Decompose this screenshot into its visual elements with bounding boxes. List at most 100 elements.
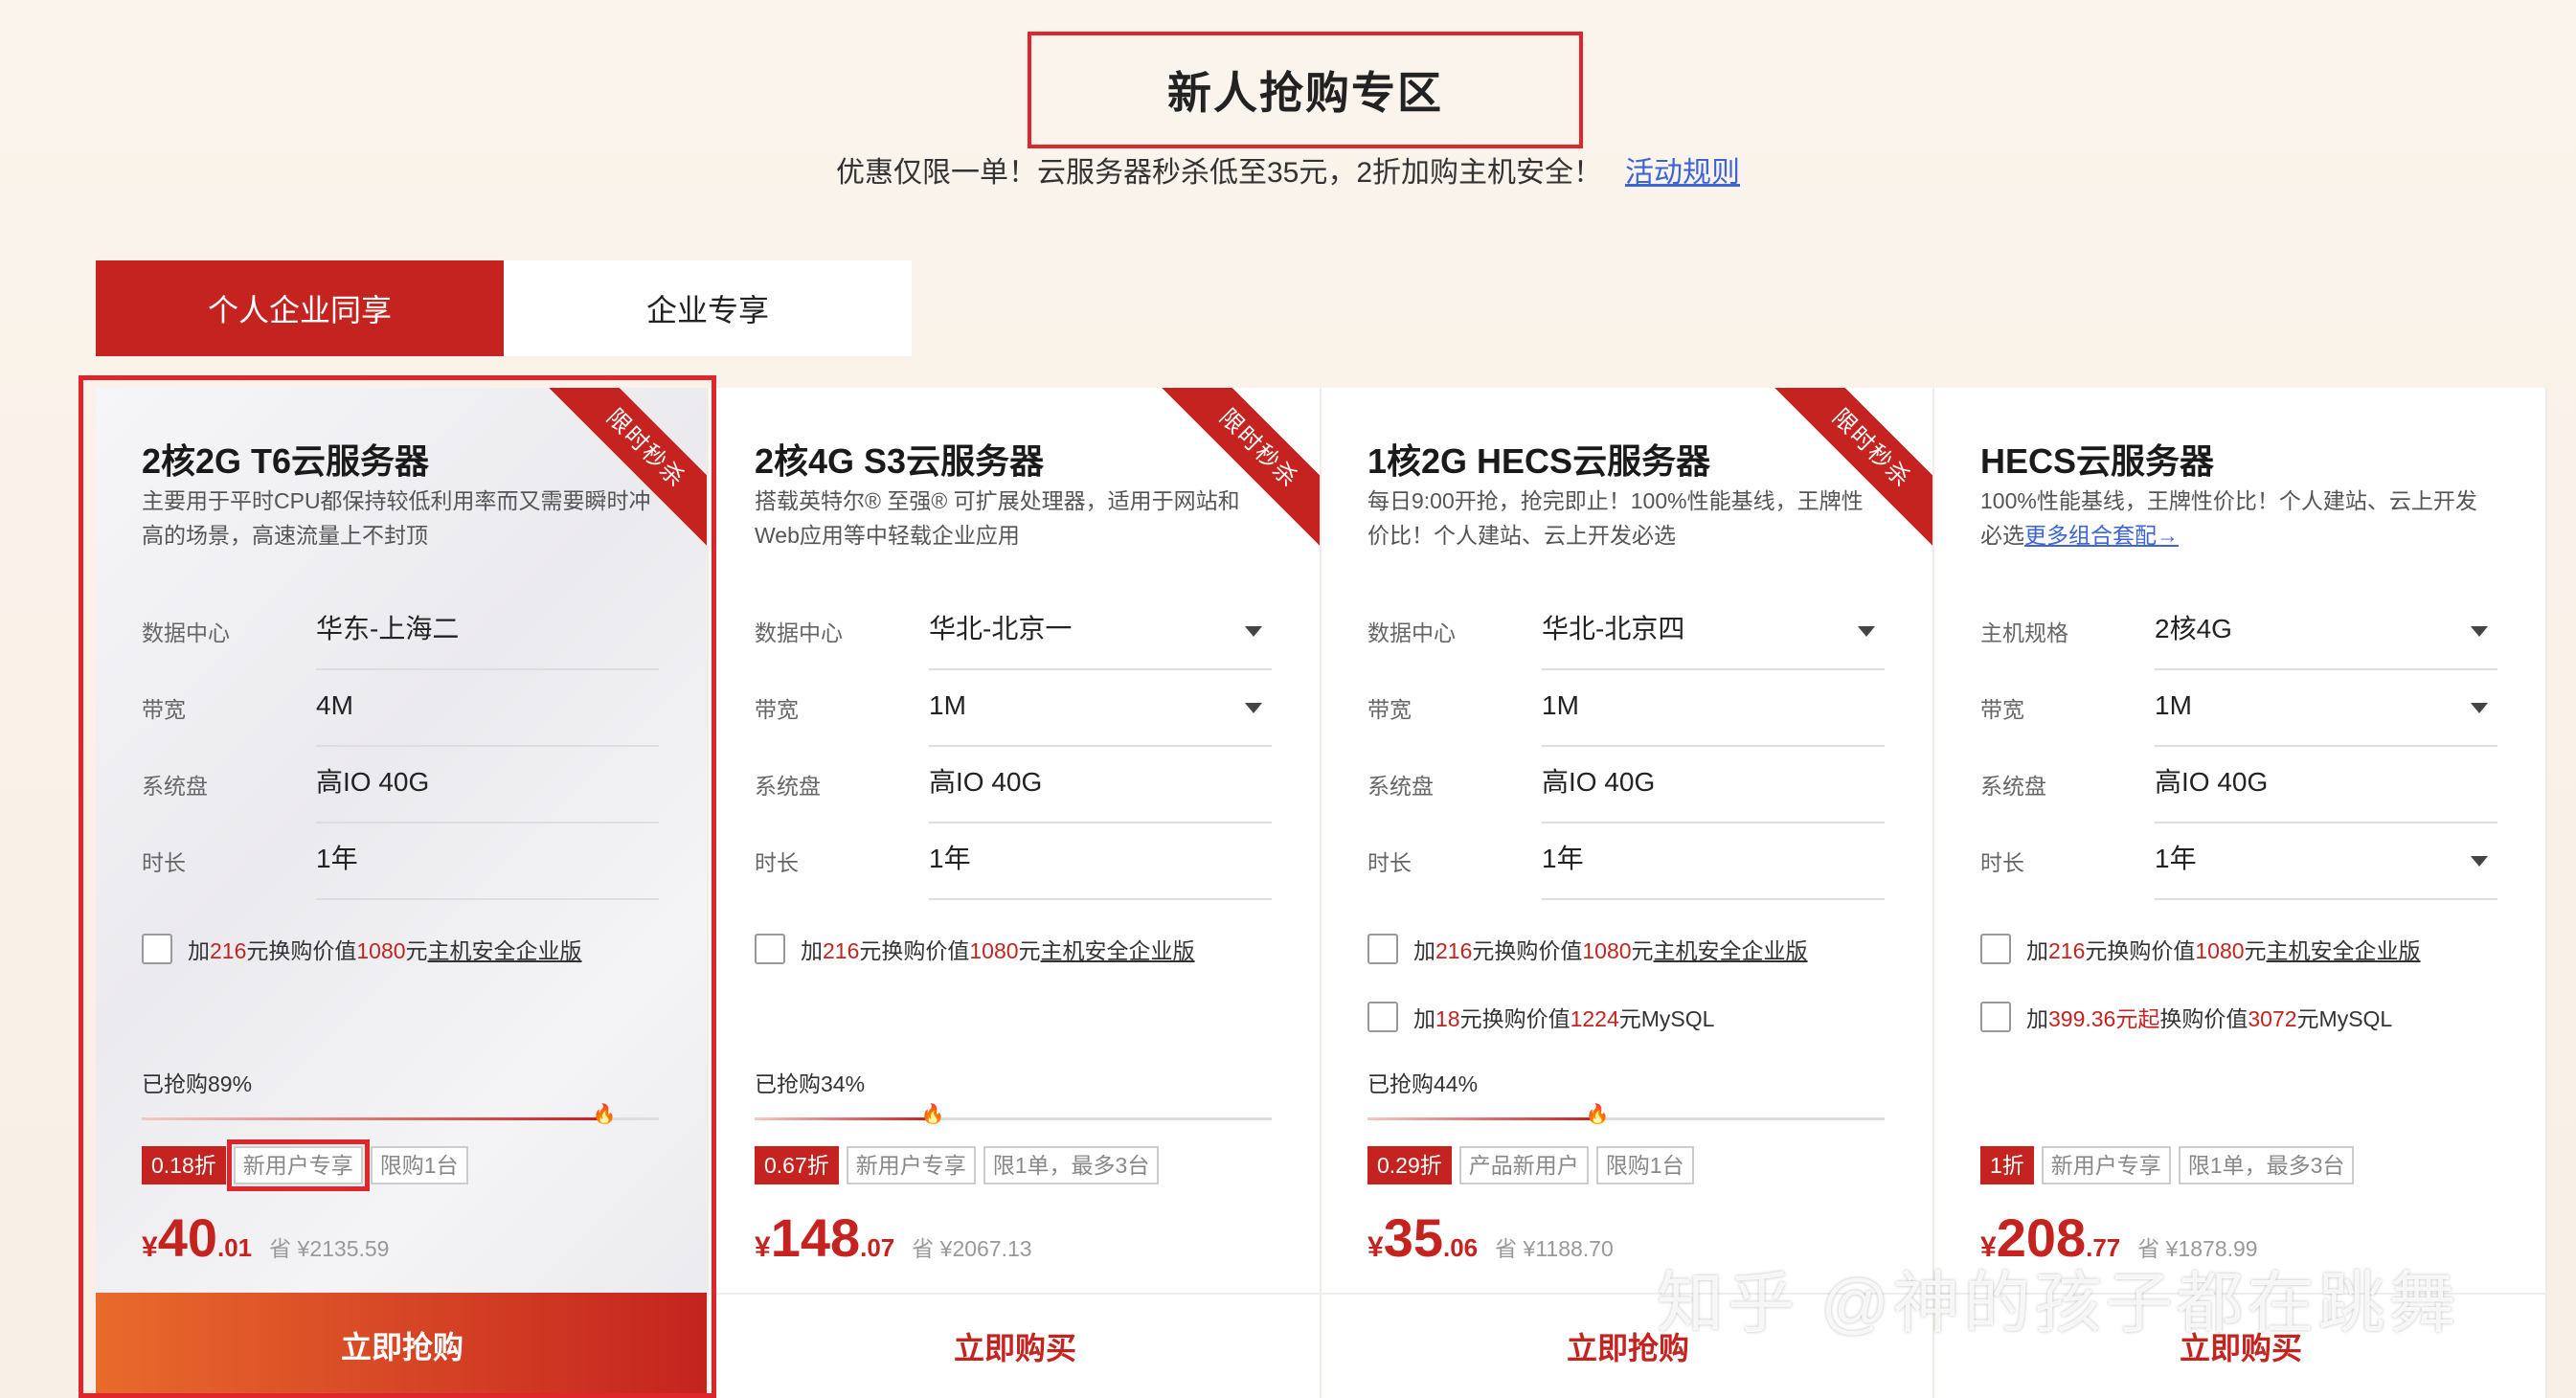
page-title: 新人抢购专区 — [1167, 68, 1443, 118]
chevron-down-icon — [2471, 856, 2488, 867]
sold-percent-text: 已抢购44% — [1367, 1071, 1479, 1096]
addon-checkbox[interactable] — [1980, 934, 2011, 964]
sold-progress-bar: 🔥 — [755, 1104, 1272, 1125]
spec-label: 时长 — [1980, 850, 2024, 875]
spec-row-duration: 时长 1年 — [1367, 823, 1885, 900]
new-user-tag: 产品新用户 — [1458, 1146, 1589, 1184]
duration-select[interactable]: 1年 — [2155, 823, 2497, 900]
spec-row-host-spec: 主机规格 2核4G — [1980, 594, 2497, 670]
spec-value-text: 1年 — [1542, 844, 1584, 873]
card-description: 每日9:00开抢，抢完即止！100%性能基线，王牌性价比！个人建站、云上开发必选 — [1367, 488, 1864, 548]
sold-percent-text: 已抢购89% — [142, 1071, 253, 1096]
tab-personal-enterprise[interactable]: 个人企业同享 — [96, 260, 504, 356]
product-card-hecs: HECS云服务器 100%性能基线，王牌性价比！个人建站、云上开发必选更多组合套… — [1934, 388, 2547, 1398]
addon-checkbox[interactable] — [1367, 934, 1398, 964]
hero-title-box: 新人抢购专区 — [1028, 32, 1583, 148]
new-user-tag: 新用户专享 — [233, 1146, 363, 1184]
addon-checkbox[interactable] — [142, 934, 172, 964]
spec-label: 时长 — [142, 850, 186, 875]
spec-value-text: 高IO 40G — [929, 767, 1043, 797]
bandwidth-select[interactable]: 1M — [929, 670, 1272, 747]
product-card-s3: 限时秒杀 2核4G S3云服务器 搭载英特尔® 至强® 可扩展处理器，适用于网站… — [709, 388, 1322, 1398]
spec-label: 数据中心 — [142, 620, 230, 645]
sold-progress-fill — [142, 1117, 602, 1120]
card-title: 1核2G HECS云服务器 — [1367, 441, 1711, 481]
spec-row-duration: 时长 1年 — [1980, 823, 2497, 900]
rules-link[interactable]: 活动规则 — [1625, 157, 1740, 189]
discount-tag: 0.18折 — [142, 1146, 226, 1184]
spec-value-text: 华北-北京一 — [929, 614, 1073, 643]
tag-list: 0.18折 新用户专享 限购1台 — [142, 1139, 468, 1191]
datacenter-select[interactable]: 华北-北京一 — [929, 594, 1272, 670]
watermark: 知乎 @神的孩子都在跳舞 — [1657, 1266, 2460, 1341]
addon-checkbox[interactable] — [755, 934, 785, 964]
spec-value-disk: 高IO 40G — [929, 747, 1272, 823]
tag-list: 1折 新用户专享 限1单，最多3台 — [1980, 1146, 2355, 1184]
flame-icon: 🔥 — [920, 1104, 945, 1125]
spec-value-text: 高IO 40G — [1542, 767, 1656, 797]
spec-value-bandwidth: 1M — [1542, 670, 1885, 747]
bandwidth-select[interactable]: 1M — [2155, 670, 2497, 747]
discount-tag: 0.29折 — [1367, 1146, 1452, 1184]
addon-host-security: 加216元换购价值1080元主机安全企业版 — [1980, 930, 2536, 968]
limit-tag: 限购1台 — [1595, 1146, 1694, 1184]
spec-value-text: 1M — [2155, 690, 2192, 720]
spec-value-text: 2核4G — [2155, 614, 2232, 643]
addon-text: 加216元换购价值1080元主机安全企业版 — [801, 938, 1195, 963]
spec-value-disk: 高IO 40G — [316, 747, 659, 823]
spec-row-bandwidth: 带宽 1M — [1980, 670, 2497, 747]
addon-text: 加399.36元起换购价值3072元MySQL — [2026, 1006, 2393, 1031]
datacenter-select[interactable]: 华北-北京四 — [1542, 594, 1885, 670]
subtitle-text: 优惠仅限一单！云服务器秒杀低至35元，2折加购主机安全！ — [835, 157, 1603, 189]
card-title: 2核4G S3云服务器 — [755, 441, 1045, 481]
spec-value-disk: 高IO 40G — [1542, 747, 1885, 823]
addon-text: 加216元换购价值1080元主机安全企业版 — [2026, 938, 2421, 963]
spec-value-text: 4M — [316, 690, 353, 720]
addon-checkbox[interactable] — [1980, 1002, 2011, 1032]
spec-label: 带宽 — [1367, 697, 1412, 722]
spec-row-disk: 系统盘 高IO 40G — [142, 747, 659, 823]
spec-value-disk: 高IO 40G — [2155, 747, 2497, 823]
card-description: 主要用于平时CPU都保持较低利用率而又需要瞬时冲高的场景，高速流量上不封顶 — [142, 488, 651, 548]
spec-row-duration: 时长 1年 — [142, 823, 659, 900]
addon-product-link[interactable]: 主机安全企业版 — [1654, 938, 1808, 963]
spec-value-text: 华东-上海二 — [316, 614, 460, 643]
limit-tag: 限1单，最多3台 — [2178, 1146, 2355, 1184]
addon-host-security: 加216元换购价值1080元主机安全企业版 — [1367, 930, 1923, 968]
chevron-down-icon — [1245, 703, 1262, 713]
spec-row-bandwidth: 带宽 1M — [1367, 670, 1885, 747]
spec-label: 系统盘 — [1367, 774, 1434, 799]
product-cards: 限时秒杀 2核2G T6云服务器 主要用于平时CPU都保持较低利用率而又需要瞬时… — [96, 388, 2547, 1398]
addon-checkbox[interactable] — [1367, 1002, 1398, 1032]
card-title: 2核2G T6云服务器 — [142, 441, 430, 481]
spec-label: 数据中心 — [755, 620, 843, 645]
sold-progress-bar: 🔥 — [142, 1104, 659, 1125]
spec-row-datacenter: 数据中心 华东-上海二 — [142, 594, 659, 670]
chevron-down-icon — [2471, 626, 2488, 637]
spec-value-bandwidth: 4M — [316, 670, 659, 747]
spec-label: 带宽 — [142, 697, 186, 722]
addon-product-link[interactable]: 主机安全企业版 — [1041, 938, 1195, 963]
more-combos-link[interactable]: 更多组合套配→ — [2024, 523, 2179, 548]
new-user-tag: 新用户专享 — [2041, 1146, 2171, 1184]
addon-text: 加18元换购价值1224元MySQL — [1413, 1006, 1715, 1031]
spec-label: 数据中心 — [1367, 620, 1456, 645]
flame-icon: 🔥 — [592, 1104, 617, 1125]
chevron-down-icon — [2471, 703, 2488, 713]
tab-enterprise-only[interactable]: 企业专享 — [504, 260, 912, 356]
buy-now-button[interactable]: 立即购买 — [709, 1293, 1320, 1398]
addon-product-link[interactable]: 主机安全企业版 — [428, 938, 582, 963]
host-spec-select[interactable]: 2核4G — [2155, 594, 2497, 670]
product-card-hecs-1c2g: 限时秒杀 1核2G HECS云服务器 每日9:00开抢，抢完即止！100%性能基… — [1322, 388, 1934, 1398]
spec-row-bandwidth: 带宽 1M — [755, 670, 1272, 747]
spec-value-duration: 1年 — [1542, 823, 1885, 900]
spec-value-text: 1M — [929, 690, 966, 720]
buy-now-button[interactable]: 立即抢购 — [96, 1293, 707, 1398]
chevron-down-icon — [1245, 626, 1262, 637]
saved-amount: 省 ¥1188.70 — [1495, 1236, 1614, 1261]
flame-icon: 🔥 — [1585, 1104, 1610, 1125]
price: ¥35.06 省 ¥1188.70 — [1367, 1207, 1614, 1268]
addon-host-security: 加216元换购价值1080元主机安全企业版 — [142, 930, 697, 968]
spec-label: 时长 — [1367, 850, 1412, 875]
addon-product-link[interactable]: 主机安全企业版 — [2267, 938, 2421, 963]
